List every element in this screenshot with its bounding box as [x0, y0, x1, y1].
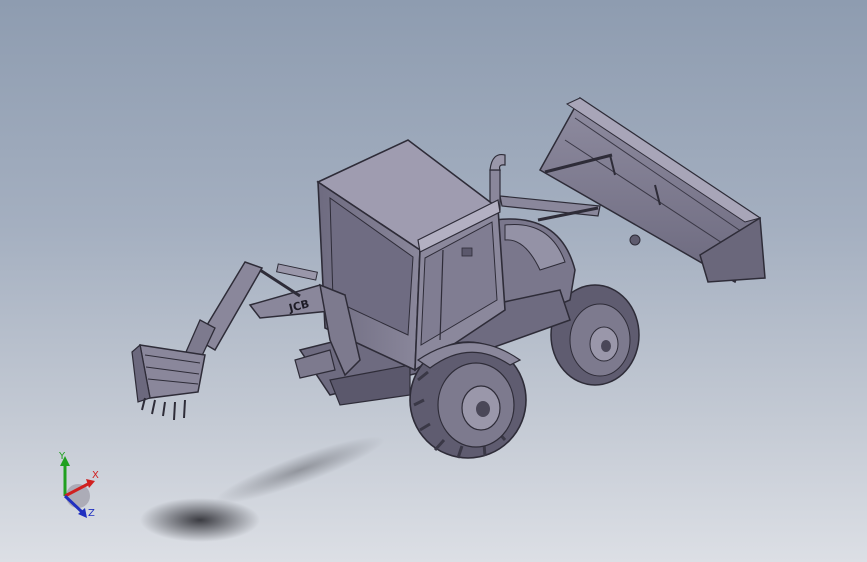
coordinate-triad [60, 456, 95, 518]
triad-z-label: Z [88, 508, 95, 519]
ground-shadow-trail [215, 436, 385, 504]
ground-shadow [140, 498, 260, 542]
backhoe-model[interactable]: JCB [0, 0, 867, 562]
triad-x-label: X [92, 470, 99, 481]
front-loader-bucket[interactable] [538, 96, 766, 284]
backhoe-bucket[interactable] [131, 343, 206, 421]
triad-y-label: Y [59, 451, 66, 462]
front-wheel-left[interactable] [409, 341, 527, 459]
graphics-viewport[interactable]: JCB Y X Z [0, 0, 867, 562]
